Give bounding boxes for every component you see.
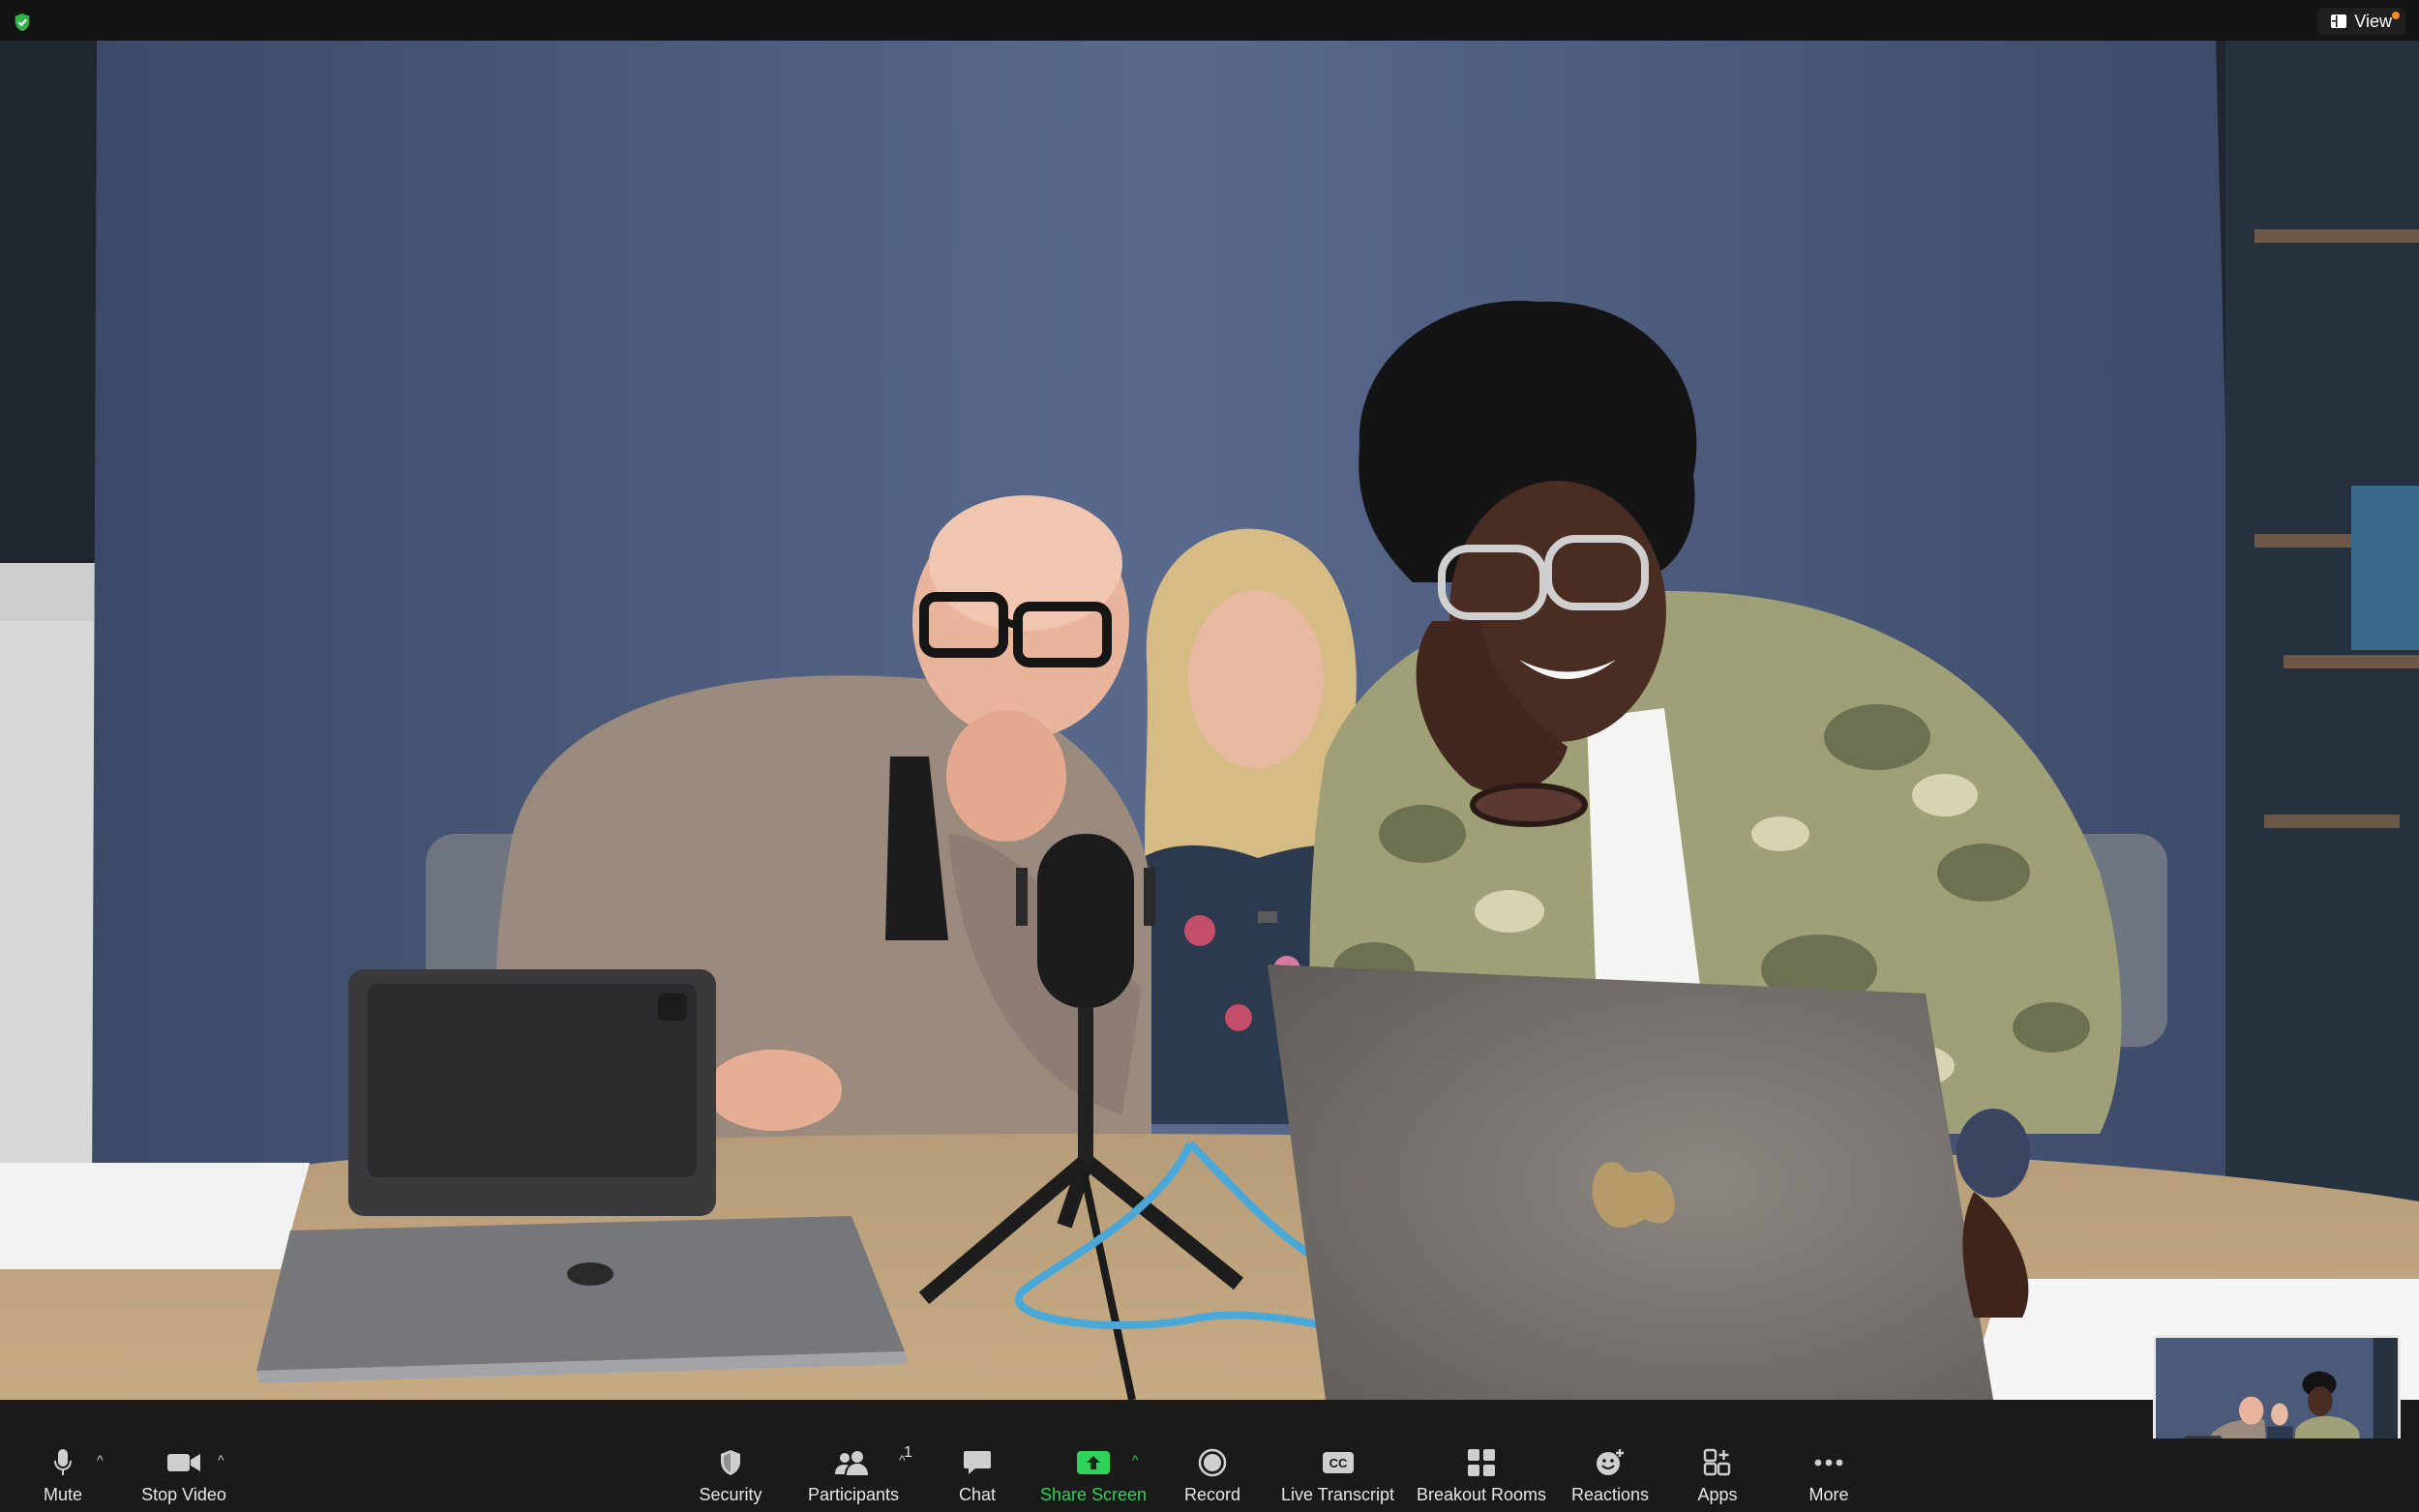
share-options-chevron-icon[interactable]: ^ [1132,1452,1148,1468]
audio-options-chevron-icon[interactable]: ^ [97,1452,112,1468]
notification-dot [2392,12,2400,19]
reactions-button[interactable]: Reactions [1569,1446,1651,1505]
encryption-shield-icon[interactable] [12,12,33,33]
participants-options-chevron-icon[interactable]: ^ [899,1452,914,1468]
view-label: View [2354,11,2392,31]
share-arrow-icon [1077,1451,1110,1474]
video-scene-image [0,41,2419,1400]
smiley-plus-icon [1597,1449,1624,1475]
main-video-feed [0,41,2419,1400]
speech-bubble-icon [964,1451,991,1474]
meeting-toolbar: Mute ^ Stop Video ^ Security 1 Participa… [0,1438,2419,1512]
microphone-icon [54,1449,72,1475]
participants-button[interactable]: 1 Participants [805,1444,912,1505]
chat-label: Chat [958,1485,997,1504]
participants-label: Participants [807,1485,900,1504]
stop-video-label: Stop Video [141,1485,226,1504]
apps-icon [1703,1448,1731,1476]
cc-icon: CC [1322,1452,1354,1473]
reactions-label: Reactions [1570,1485,1650,1504]
chat-button[interactable]: Chat [953,1446,1001,1505]
more-button[interactable]: More [1805,1446,1853,1505]
svg-text:CC: CC [1329,1456,1347,1470]
breakout-rooms-label: Breakout Rooms [1416,1485,1547,1504]
record-circle-icon [1198,1448,1227,1477]
people-icon [835,1451,868,1475]
mute-label: Mute [43,1485,83,1504]
share-screen-button[interactable]: Share Screen [1040,1446,1147,1505]
security-label: Security [699,1485,762,1504]
share-screen-label: Share Screen [1039,1485,1148,1504]
apps-label: Apps [1697,1485,1738,1504]
live-transcript-label: Live Transcript [1280,1485,1395,1504]
record-label: Record [1183,1485,1241,1504]
video-options-chevron-icon[interactable]: ^ [218,1452,233,1468]
view-button[interactable]: View [2317,8,2405,35]
record-button[interactable]: Record [1182,1446,1242,1505]
four-squares-icon [1468,1449,1495,1476]
grid-view-icon [2331,15,2347,28]
video-camera-icon [167,1454,200,1471]
breakout-rooms-button[interactable]: Breakout Rooms [1416,1446,1547,1505]
shield-icon [721,1450,740,1475]
apps-button[interactable]: Apps [1695,1446,1740,1505]
live-transcript-button[interactable]: CC Live Transcript [1280,1446,1395,1505]
more-label: More [1808,1485,1849,1504]
meeting-top-bar: View [0,0,2419,41]
mute-button[interactable]: Mute [39,1446,87,1505]
ellipsis-icon [1814,1459,1843,1467]
security-button[interactable]: Security [695,1446,766,1505]
